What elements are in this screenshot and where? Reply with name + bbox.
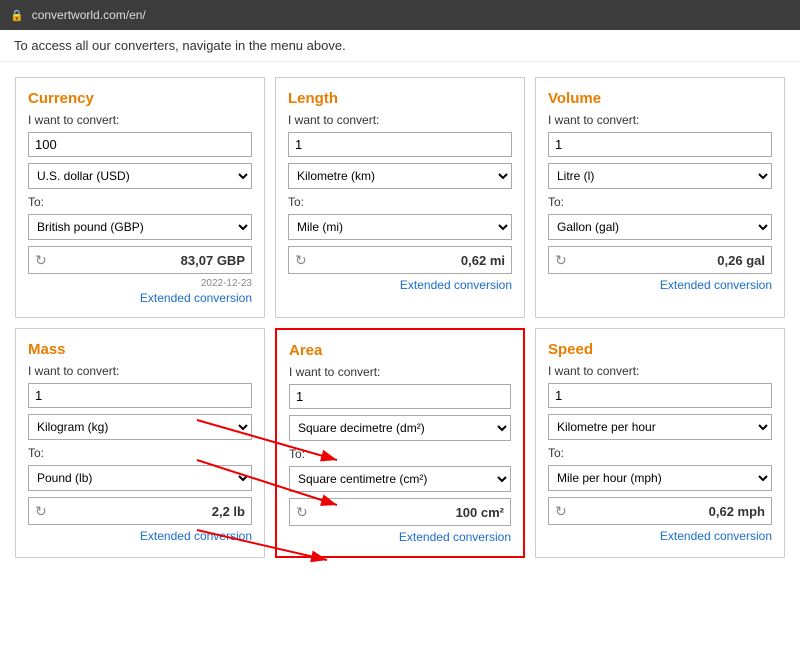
result-value-length: 0,62 mi	[461, 253, 505, 268]
converter-input-mass[interactable]	[28, 383, 252, 408]
result-value-area: 100 cm²	[456, 505, 504, 520]
converter-title-speed: Speed	[548, 341, 772, 358]
refresh-icon-currency[interactable]: ↻	[35, 252, 47, 269]
result-row-currency: ↻ 83,07 GBP	[28, 246, 252, 274]
page-notice: To access all our converters, navigate i…	[0, 30, 800, 62]
result-value-mass: 2,2 lb	[212, 504, 245, 519]
converter-card-mass: Mass I want to convert: Kilogram (kg) To…	[15, 328, 265, 558]
converter-card-area: Area I want to convert: Square decimetre…	[275, 328, 525, 558]
to-label-speed: To:	[548, 446, 772, 460]
to-label-area: To:	[289, 447, 511, 461]
converter-title-mass: Mass	[28, 341, 252, 358]
result-value-speed: 0,62 mph	[709, 504, 765, 519]
from-unit-select-speed[interactable]: Kilometre per hour	[548, 414, 772, 440]
converter-label-currency: I want to convert:	[28, 113, 252, 127]
converter-input-volume[interactable]	[548, 132, 772, 157]
result-row-speed: ↻ 0,62 mph	[548, 497, 772, 525]
from-unit-select-area[interactable]: Square decimetre (dm²)	[289, 415, 511, 441]
converter-title-volume: Volume	[548, 90, 772, 107]
converter-label-length: I want to convert:	[288, 113, 512, 127]
converter-title-length: Length	[288, 90, 512, 107]
extended-link-currency[interactable]: Extended conversion	[28, 291, 252, 305]
extended-link-area[interactable]: Extended conversion	[289, 530, 511, 544]
refresh-icon-length[interactable]: ↻	[295, 252, 307, 269]
result-row-mass: ↻ 2,2 lb	[28, 497, 252, 525]
converter-input-area[interactable]	[289, 384, 511, 409]
to-label-length: To:	[288, 195, 512, 209]
to-unit-select-volume[interactable]: Gallon (gal)	[548, 214, 772, 240]
from-unit-select-length[interactable]: Kilometre (km)	[288, 163, 512, 189]
extended-link-speed[interactable]: Extended conversion	[548, 529, 772, 543]
extended-link-volume[interactable]: Extended conversion	[548, 278, 772, 292]
extended-link-length[interactable]: Extended conversion	[288, 278, 512, 292]
refresh-icon-mass[interactable]: ↻	[35, 503, 47, 520]
from-unit-select-volume[interactable]: Litre (l)	[548, 163, 772, 189]
refresh-icon-speed[interactable]: ↻	[555, 503, 567, 520]
converter-card-length: Length I want to convert: Kilometre (km)…	[275, 77, 525, 318]
url-bar: convertworld.com/en/	[32, 8, 146, 22]
result-row-volume: ↻ 0,26 gal	[548, 246, 772, 274]
result-date-currency: 2022-12-23	[28, 278, 252, 289]
converter-card-volume: Volume I want to convert: Litre (l) To: …	[535, 77, 785, 318]
to-unit-select-speed[interactable]: Mile per hour (mph)	[548, 465, 772, 491]
converters-grid: Currency I want to convert: U.S. dollar …	[0, 62, 800, 573]
result-row-length: ↻ 0,62 mi	[288, 246, 512, 274]
refresh-icon-volume[interactable]: ↻	[555, 252, 567, 269]
to-unit-select-mass[interactable]: Pound (lb)	[28, 465, 252, 491]
converter-label-area: I want to convert:	[289, 365, 511, 379]
lock-icon: 🔒	[10, 9, 24, 22]
converter-input-currency[interactable]	[28, 132, 252, 157]
converter-title-currency: Currency	[28, 90, 252, 107]
from-unit-select-currency[interactable]: U.S. dollar (USD)	[28, 163, 252, 189]
to-label-volume: To:	[548, 195, 772, 209]
to-unit-select-length[interactable]: Mile (mi)	[288, 214, 512, 240]
browser-bar: 🔒 convertworld.com/en/	[0, 0, 800, 30]
result-row-area: ↻ 100 cm²	[289, 498, 511, 526]
extended-link-mass[interactable]: Extended conversion	[28, 529, 252, 543]
converter-label-speed: I want to convert:	[548, 364, 772, 378]
result-value-currency: 83,07 GBP	[181, 253, 245, 268]
to-label-mass: To:	[28, 446, 252, 460]
refresh-icon-area[interactable]: ↻	[296, 504, 308, 521]
converter-label-volume: I want to convert:	[548, 113, 772, 127]
to-label-currency: To:	[28, 195, 252, 209]
converter-card-currency: Currency I want to convert: U.S. dollar …	[15, 77, 265, 318]
to-unit-select-area[interactable]: Square centimetre (cm²)	[289, 466, 511, 492]
converter-label-mass: I want to convert:	[28, 364, 252, 378]
converter-input-length[interactable]	[288, 132, 512, 157]
converter-input-speed[interactable]	[548, 383, 772, 408]
from-unit-select-mass[interactable]: Kilogram (kg)	[28, 414, 252, 440]
converter-title-area: Area	[289, 342, 511, 359]
converter-card-speed: Speed I want to convert: Kilometre per h…	[535, 328, 785, 558]
to-unit-select-currency[interactable]: British pound (GBP)	[28, 214, 252, 240]
result-value-volume: 0,26 gal	[717, 253, 765, 268]
